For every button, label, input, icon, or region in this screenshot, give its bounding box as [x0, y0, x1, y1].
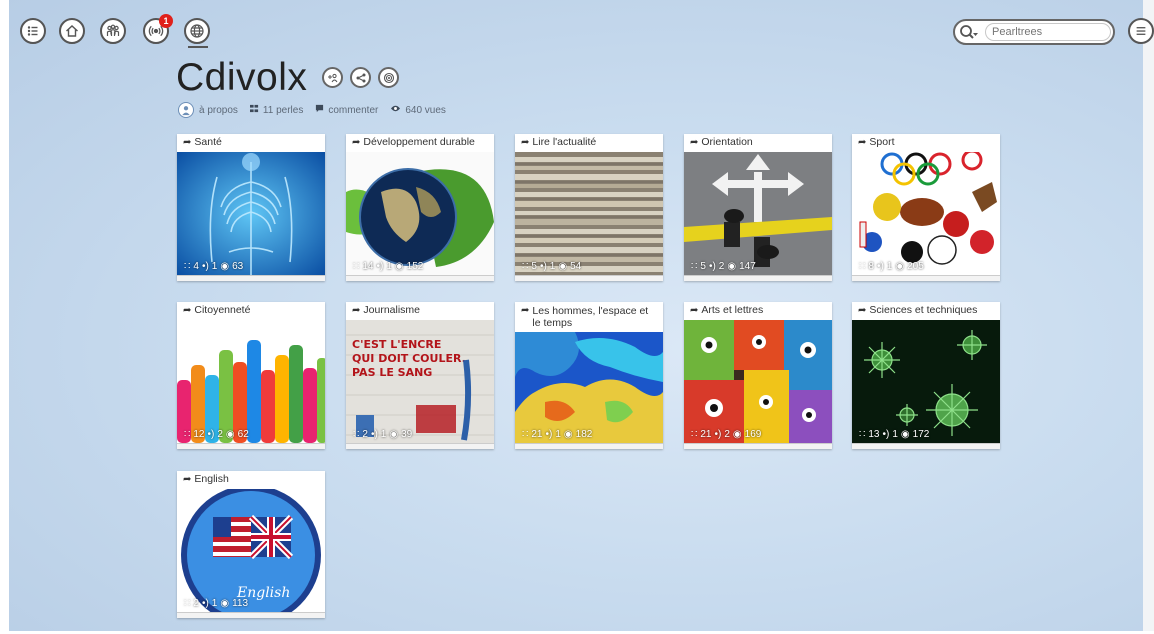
pearls-count: 11 perles	[262, 104, 304, 116]
card-stats: ∷ 5 •) 1 ◉ 54	[522, 261, 582, 272]
card-image-sport-balls: ∷ 8 •) 1 ◉ 205	[852, 152, 1000, 275]
share-arrow-icon: ➦	[183, 474, 192, 485]
share-icon	[356, 73, 365, 82]
card-stats: ∷ 14 •) 1 ◉ 152	[353, 261, 424, 272]
right-edge	[1143, 0, 1154, 634]
card-stats: ∷ 8 •) 1 ◉ 205	[859, 261, 924, 272]
target-icon	[383, 72, 394, 83]
active-tab-indicator	[188, 46, 208, 48]
card-sante[interactable]: ➦ Santé ∷ 4 •) 1 ◉ 63	[177, 134, 325, 281]
card-title: Sciences et techniques	[869, 304, 978, 316]
card-image-globe-leaf: ∷ 14 •) 1 ◉ 152	[346, 152, 494, 275]
share-arrow-icon: ➦	[352, 137, 361, 148]
card-developpement-durable[interactable]: ➦ Développement durable ∷ 14 •) 1 ◉ 152	[346, 134, 494, 281]
share-arrow-icon: ➦	[690, 137, 699, 148]
team-button[interactable]	[100, 18, 126, 44]
card-arts-et-lettres[interactable]: ➦ Arts et lettres ∷ 21 •) 2 ◉ 169	[684, 302, 832, 449]
hamburger-icon	[1136, 27, 1146, 35]
search-box[interactable]	[953, 19, 1115, 45]
card-image-newspapers: ∷ 5 •) 1 ◉ 54	[515, 152, 663, 275]
card-stats: ∷ 2 •) 1 ◉ 113	[184, 598, 249, 609]
explore-button[interactable]	[184, 18, 210, 44]
share-arrow-icon: ➦	[858, 305, 867, 316]
card-title: English	[194, 473, 229, 485]
card-lire-actualite[interactable]: ➦ Lire l'actualité ∷ 5 •) 1 ◉ 54	[515, 134, 663, 281]
main-menu-button[interactable]	[1128, 18, 1154, 44]
home-button[interactable]	[59, 18, 85, 44]
svg-text:C'EST L'ENCRE: C'EST L'ENCRE	[352, 338, 441, 351]
list-icon	[27, 26, 38, 36]
share-arrow-icon: ➦	[183, 305, 192, 316]
card-title: Citoyenneté	[194, 304, 251, 316]
card-title: Lire l'actualité	[532, 136, 597, 148]
card-image-street-art: ∷ 21 •) 2 ◉ 169	[684, 320, 832, 443]
share-arrow-icon: ➦	[521, 305, 530, 316]
comment-icon	[315, 104, 324, 116]
card-image-map: ∷ 21 •) 1 ◉ 182	[515, 332, 663, 443]
card-stats: ∷ 13 •) 1 ◉ 172	[859, 429, 930, 440]
card-title: Développement durable	[363, 136, 475, 148]
card-image-virus: ∷ 13 •) 1 ◉ 172	[852, 320, 1000, 443]
svg-text:PAS LE SANG: PAS LE SANG	[352, 366, 432, 379]
card-hommes-espace-temps[interactable]: ➦ Les hommes, l'espace et le temps ∷ 21 •) 1…	[515, 302, 663, 449]
card-stats: ∷ 5 •) 2 ◉ 147	[691, 261, 756, 272]
card-stats: ∷ 4 •) 1 ◉ 63	[184, 261, 244, 272]
card-title: Les hommes, l'espace et le temps	[532, 305, 649, 329]
card-sciences-techniques[interactable]: ➦ Sciences et techniques ∷ 13 •) 1 ◉ 172	[852, 302, 1000, 449]
list-menu-button[interactable]	[20, 18, 46, 44]
card-image-graffiti-wall: C'EST L'ENCRE QUI DOIT COULER. PAS LE SA…	[346, 320, 494, 443]
card-image-skeleton: ∷ 4 •) 1 ◉ 63	[177, 152, 325, 275]
search-icon[interactable]	[959, 24, 979, 42]
card-image-arrows-road: ∷ 5 •) 2 ◉ 147	[684, 152, 832, 275]
share-arrow-icon: ➦	[183, 137, 192, 148]
left-edge	[0, 0, 9, 634]
card-stats: ∷ 21 •) 1 ◉ 182	[522, 429, 593, 440]
svg-text:QUI DOIT COULER.: QUI DOIT COULER.	[352, 352, 466, 365]
people-icon	[106, 24, 120, 36]
globe-icon	[190, 24, 204, 38]
card-stats: ∷ 2 •) 1 ◉ 39	[353, 429, 413, 440]
eye-icon	[390, 104, 401, 116]
card-citoyennete[interactable]: ➦ Citoyenneté ∷ 12 •) 2 ◉ 62	[177, 302, 325, 449]
views-count: 640 vues	[405, 104, 446, 116]
card-title: Orientation	[701, 136, 753, 148]
card-title: Journalisme	[363, 304, 420, 316]
card-title: Sport	[869, 136, 895, 148]
card-orientation[interactable]: ➦ Orientation ∷ 5 •) 2 ◉ 147	[684, 134, 832, 281]
page-title: Cdivolx	[176, 56, 308, 99]
add-member-button[interactable]	[322, 67, 343, 88]
card-stats: ∷ 21 •) 2 ◉ 169	[691, 429, 762, 440]
card-image-raised-hands: ∷ 12 •) 2 ◉ 62	[177, 320, 325, 443]
notification-badge: 1	[159, 14, 173, 28]
card-image-uk-us-flag-badge: English ∷ 2 •) 1 ◉ 113	[177, 489, 325, 612]
share-arrow-icon: ➦	[690, 305, 699, 316]
share-arrow-icon: ➦	[858, 137, 867, 148]
avatar[interactable]	[178, 102, 194, 118]
search-input[interactable]	[985, 23, 1111, 41]
card-stats: ∷ 12 •) 2 ◉ 62	[184, 429, 249, 440]
comment-link[interactable]: commenter	[328, 105, 378, 116]
card-journalisme[interactable]: ➦ Journalisme C'EST L'ENCRE QUI DOIT COUL…	[346, 302, 494, 449]
home-icon	[66, 25, 78, 37]
about-link[interactable]: à propos	[199, 105, 238, 116]
share-button[interactable]	[350, 67, 371, 88]
pearls-icon	[249, 104, 259, 116]
card-sport[interactable]: ➦ Sport ∷ 8 •) 1 ◉ 205	[852, 134, 1000, 281]
card-title: Santé	[194, 136, 222, 148]
share-arrow-icon: ➦	[352, 305, 361, 316]
team-add-icon	[327, 73, 337, 82]
user-icon	[182, 106, 190, 116]
notifications-button[interactable]: 1	[143, 14, 173, 44]
share-arrow-icon: ➦	[521, 137, 530, 148]
card-title: Arts et lettres	[701, 304, 764, 316]
follow-button[interactable]	[378, 67, 399, 88]
card-english[interactable]: ➦ English English ∷ 2 •) 1 ◉ 113	[177, 471, 325, 618]
